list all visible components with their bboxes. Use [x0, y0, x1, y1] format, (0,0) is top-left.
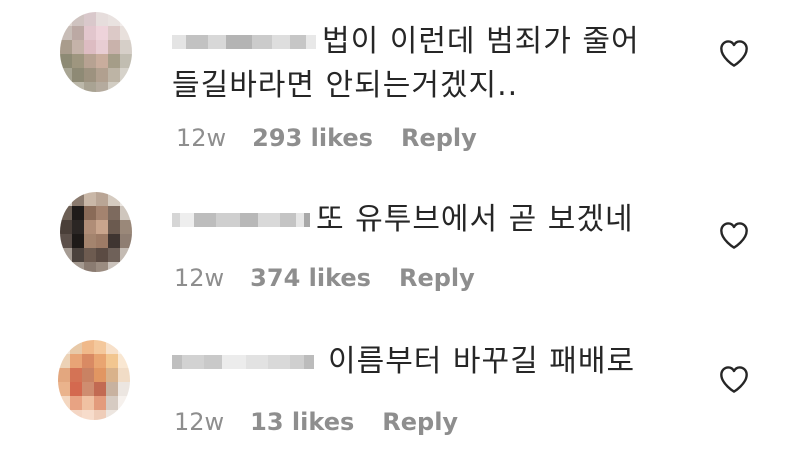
- comment-text-continued: 들길바라면 안되는거겠지..: [172, 68, 519, 103]
- reply-button[interactable]: Reply: [401, 124, 477, 152]
- comment-line: 또 유투브에서 곧 보겠네: [172, 198, 634, 242]
- avatar[interactable]: [60, 12, 132, 92]
- comment-time[interactable]: 12w: [176, 124, 226, 152]
- username-link[interactable]: [172, 351, 314, 373]
- likes-count-button[interactable]: 293 likes: [252, 124, 373, 152]
- username-link[interactable]: [172, 31, 316, 53]
- heart-icon[interactable]: [718, 220, 750, 250]
- comment-meta: 12w 293 likes Reply: [176, 124, 477, 152]
- comment-time[interactable]: 12w: [174, 408, 224, 436]
- comment-time[interactable]: 12w: [174, 264, 224, 292]
- comment-text: 또 유투브에서 곧 보겠네: [316, 202, 634, 237]
- comment-meta: 12w 374 likes Reply: [174, 264, 475, 292]
- likes-count-button[interactable]: 13 likes: [250, 408, 354, 436]
- heart-icon[interactable]: [718, 38, 750, 68]
- comment-line: 이름부터 바꾸길 패배로: [172, 340, 635, 384]
- heart-icon[interactable]: [718, 364, 750, 394]
- reply-button[interactable]: Reply: [382, 408, 458, 436]
- username-link[interactable]: [172, 209, 310, 231]
- comment-body: 이름부터 바꾸길 패배로: [172, 340, 635, 384]
- comment-line: 법이 이런데 범죄가 줄어: [172, 20, 640, 64]
- reply-button[interactable]: Reply: [399, 264, 475, 292]
- likes-count-button[interactable]: 374 likes: [250, 264, 371, 292]
- comment-text: 법이 이런데 범죄가 줄어: [322, 24, 640, 59]
- comment-meta: 12w 13 likes Reply: [174, 408, 458, 436]
- comment-body: 법이 이런데 범죄가 줄어 들길바라면 안되는거겠지..: [172, 20, 640, 108]
- comment-text: 이름부터 바꾸길 패배로: [328, 344, 636, 379]
- avatar[interactable]: [58, 340, 130, 420]
- avatar[interactable]: [60, 192, 132, 272]
- comment-body: 또 유투브에서 곧 보겠네: [172, 198, 634, 242]
